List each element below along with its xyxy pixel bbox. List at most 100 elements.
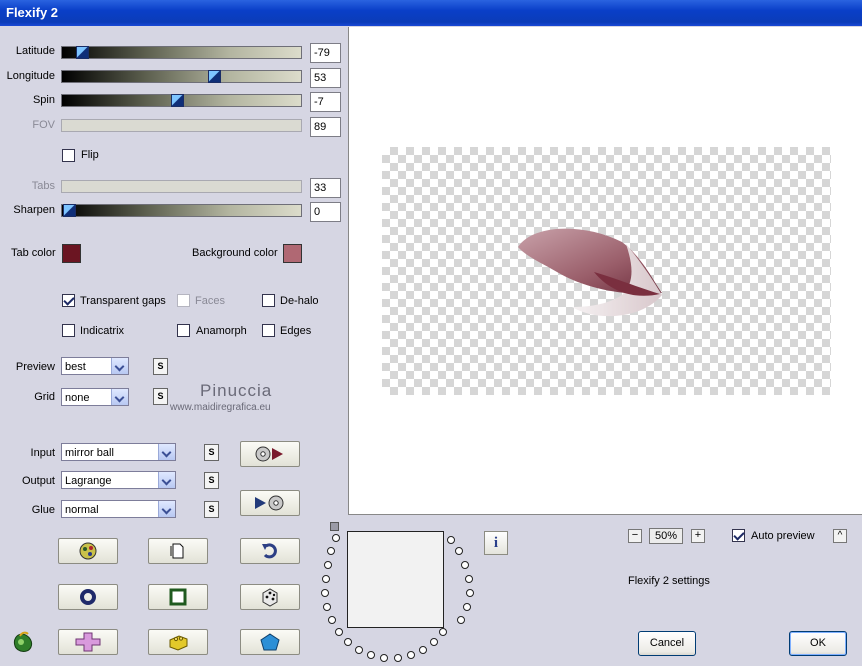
zoom-out-button[interactable]: − xyxy=(628,529,642,543)
preset-dot[interactable] xyxy=(367,651,375,659)
transparent-gaps-checkbox[interactable] xyxy=(62,294,75,307)
preview-quality-select[interactable]: best xyxy=(61,357,129,375)
output-value: Lagrange xyxy=(65,475,112,487)
brick-icon xyxy=(169,635,188,651)
background-color-swatch[interactable] xyxy=(283,244,302,263)
sharpen-slider[interactable] xyxy=(61,204,302,217)
tabs-value[interactable]: 33 xyxy=(310,178,341,198)
grid-select[interactable]: none xyxy=(61,388,129,406)
preset-dot[interactable] xyxy=(407,651,415,659)
pentagon-button[interactable] xyxy=(240,629,300,655)
preset-dot[interactable] xyxy=(344,638,352,646)
faces-checkbox xyxy=(177,294,190,307)
de-halo-checkbox[interactable] xyxy=(262,294,275,307)
transparent-gaps-label: Transparent gaps xyxy=(80,295,166,307)
preset-dot[interactable] xyxy=(394,654,402,662)
tabs-label: Tabs xyxy=(31,180,55,192)
grid-label: Grid xyxy=(34,391,55,403)
watermark-url: www.maidiregrafica.eu xyxy=(170,402,271,413)
anamorph-checkbox[interactable] xyxy=(177,324,190,337)
glue-s-button[interactable]: S xyxy=(204,501,219,518)
cancel-button[interactable]: Cancel xyxy=(638,631,696,656)
copy-button[interactable] xyxy=(148,538,208,564)
load-output-button[interactable] xyxy=(240,490,300,516)
transparency-checkerboard xyxy=(382,147,831,395)
sharpen-slider-thumb[interactable] xyxy=(63,204,76,217)
preset-dot[interactable] xyxy=(355,646,363,654)
longitude-value[interactable]: 53 xyxy=(310,68,341,88)
preset-dot[interactable] xyxy=(465,575,473,583)
randomize-colors-button[interactable] xyxy=(58,538,118,564)
preset-dot[interactable] xyxy=(439,628,447,636)
spin-slider[interactable] xyxy=(61,94,302,107)
random-button[interactable] xyxy=(240,584,300,610)
preset-dot[interactable] xyxy=(457,616,465,624)
undo-button[interactable] xyxy=(240,538,300,564)
square-frame-icon xyxy=(169,588,187,606)
window-title: Flexify 2 xyxy=(6,5,59,20)
preset-dot[interactable] xyxy=(466,589,474,597)
preset-dot[interactable] xyxy=(430,638,438,646)
preset-dot[interactable] xyxy=(323,603,331,611)
preset-dot[interactable] xyxy=(447,536,455,544)
plus-shape-icon xyxy=(75,632,101,652)
input-s-button[interactable]: S xyxy=(204,444,219,461)
chevron-down-icon[interactable] xyxy=(158,501,175,517)
longitude-slider-thumb[interactable] xyxy=(208,70,221,83)
indicatrix-checkbox[interactable] xyxy=(62,324,75,337)
chevron-down-icon[interactable] xyxy=(111,389,128,405)
preset-thumbnail xyxy=(347,531,444,628)
glue-select[interactable]: normal xyxy=(61,500,176,518)
auto-preview-label: Auto preview xyxy=(751,530,815,542)
auto-preview-checkbox[interactable] xyxy=(732,529,745,542)
load-input-button[interactable] xyxy=(240,441,300,467)
ring-button[interactable] xyxy=(58,584,118,610)
preset-dot[interactable] xyxy=(419,646,427,654)
output-s-button[interactable]: S xyxy=(204,472,219,489)
preset-dot[interactable] xyxy=(332,534,340,542)
ok-button[interactable]: OK xyxy=(789,631,847,656)
output-select[interactable]: Lagrange xyxy=(61,471,176,489)
preset-dot[interactable] xyxy=(328,616,336,624)
preset-dot[interactable] xyxy=(463,603,471,611)
info-button[interactable]: i xyxy=(484,531,508,555)
spin-value[interactable]: -7 xyxy=(310,92,341,112)
fov-label: FOV xyxy=(32,119,55,131)
fov-value[interactable]: 89 xyxy=(310,117,341,137)
edges-checkbox[interactable] xyxy=(262,324,275,337)
collapse-button[interactable]: ^ xyxy=(833,529,847,543)
longitude-slider[interactable] xyxy=(61,70,302,83)
palette-icon xyxy=(79,542,97,560)
latitude-slider-thumb[interactable] xyxy=(76,46,89,59)
preset-dot[interactable] xyxy=(324,561,332,569)
grid-s-button[interactable]: S xyxy=(153,388,168,405)
chevron-down-icon[interactable] xyxy=(111,358,128,374)
preset-wheel-handle[interactable] xyxy=(330,522,339,531)
preset-dot[interactable] xyxy=(322,575,330,583)
latitude-slider[interactable] xyxy=(61,46,302,59)
frame-button[interactable] xyxy=(148,584,208,610)
input-select[interactable]: mirror ball xyxy=(61,443,176,461)
settings-label: Flexify 2 settings xyxy=(628,575,710,587)
preset-dot[interactable] xyxy=(455,547,463,555)
preview-canvas[interactable] xyxy=(348,27,862,515)
preset-dot[interactable] xyxy=(461,561,469,569)
latitude-value[interactable]: -79 xyxy=(310,43,341,63)
zoom-in-button[interactable]: + xyxy=(691,529,705,543)
undo-icon xyxy=(262,543,277,559)
tab-color-swatch[interactable] xyxy=(62,244,81,263)
chevron-down-icon[interactable] xyxy=(158,444,175,460)
preset-dot[interactable] xyxy=(335,628,343,636)
cross-button[interactable] xyxy=(58,629,118,655)
flip-label: Flip xyxy=(81,149,99,161)
preview-s-button[interactable]: S xyxy=(153,358,168,375)
spin-label: Spin xyxy=(32,94,55,106)
sharpen-value[interactable]: 0 xyxy=(310,202,341,222)
preset-dot[interactable] xyxy=(327,547,335,555)
flip-checkbox[interactable] xyxy=(62,149,75,162)
preset-dot[interactable] xyxy=(380,654,388,662)
preset-dot[interactable] xyxy=(321,589,329,597)
brick-button[interactable] xyxy=(148,629,208,655)
chevron-down-icon[interactable] xyxy=(158,472,175,488)
spin-slider-thumb[interactable] xyxy=(171,94,184,107)
